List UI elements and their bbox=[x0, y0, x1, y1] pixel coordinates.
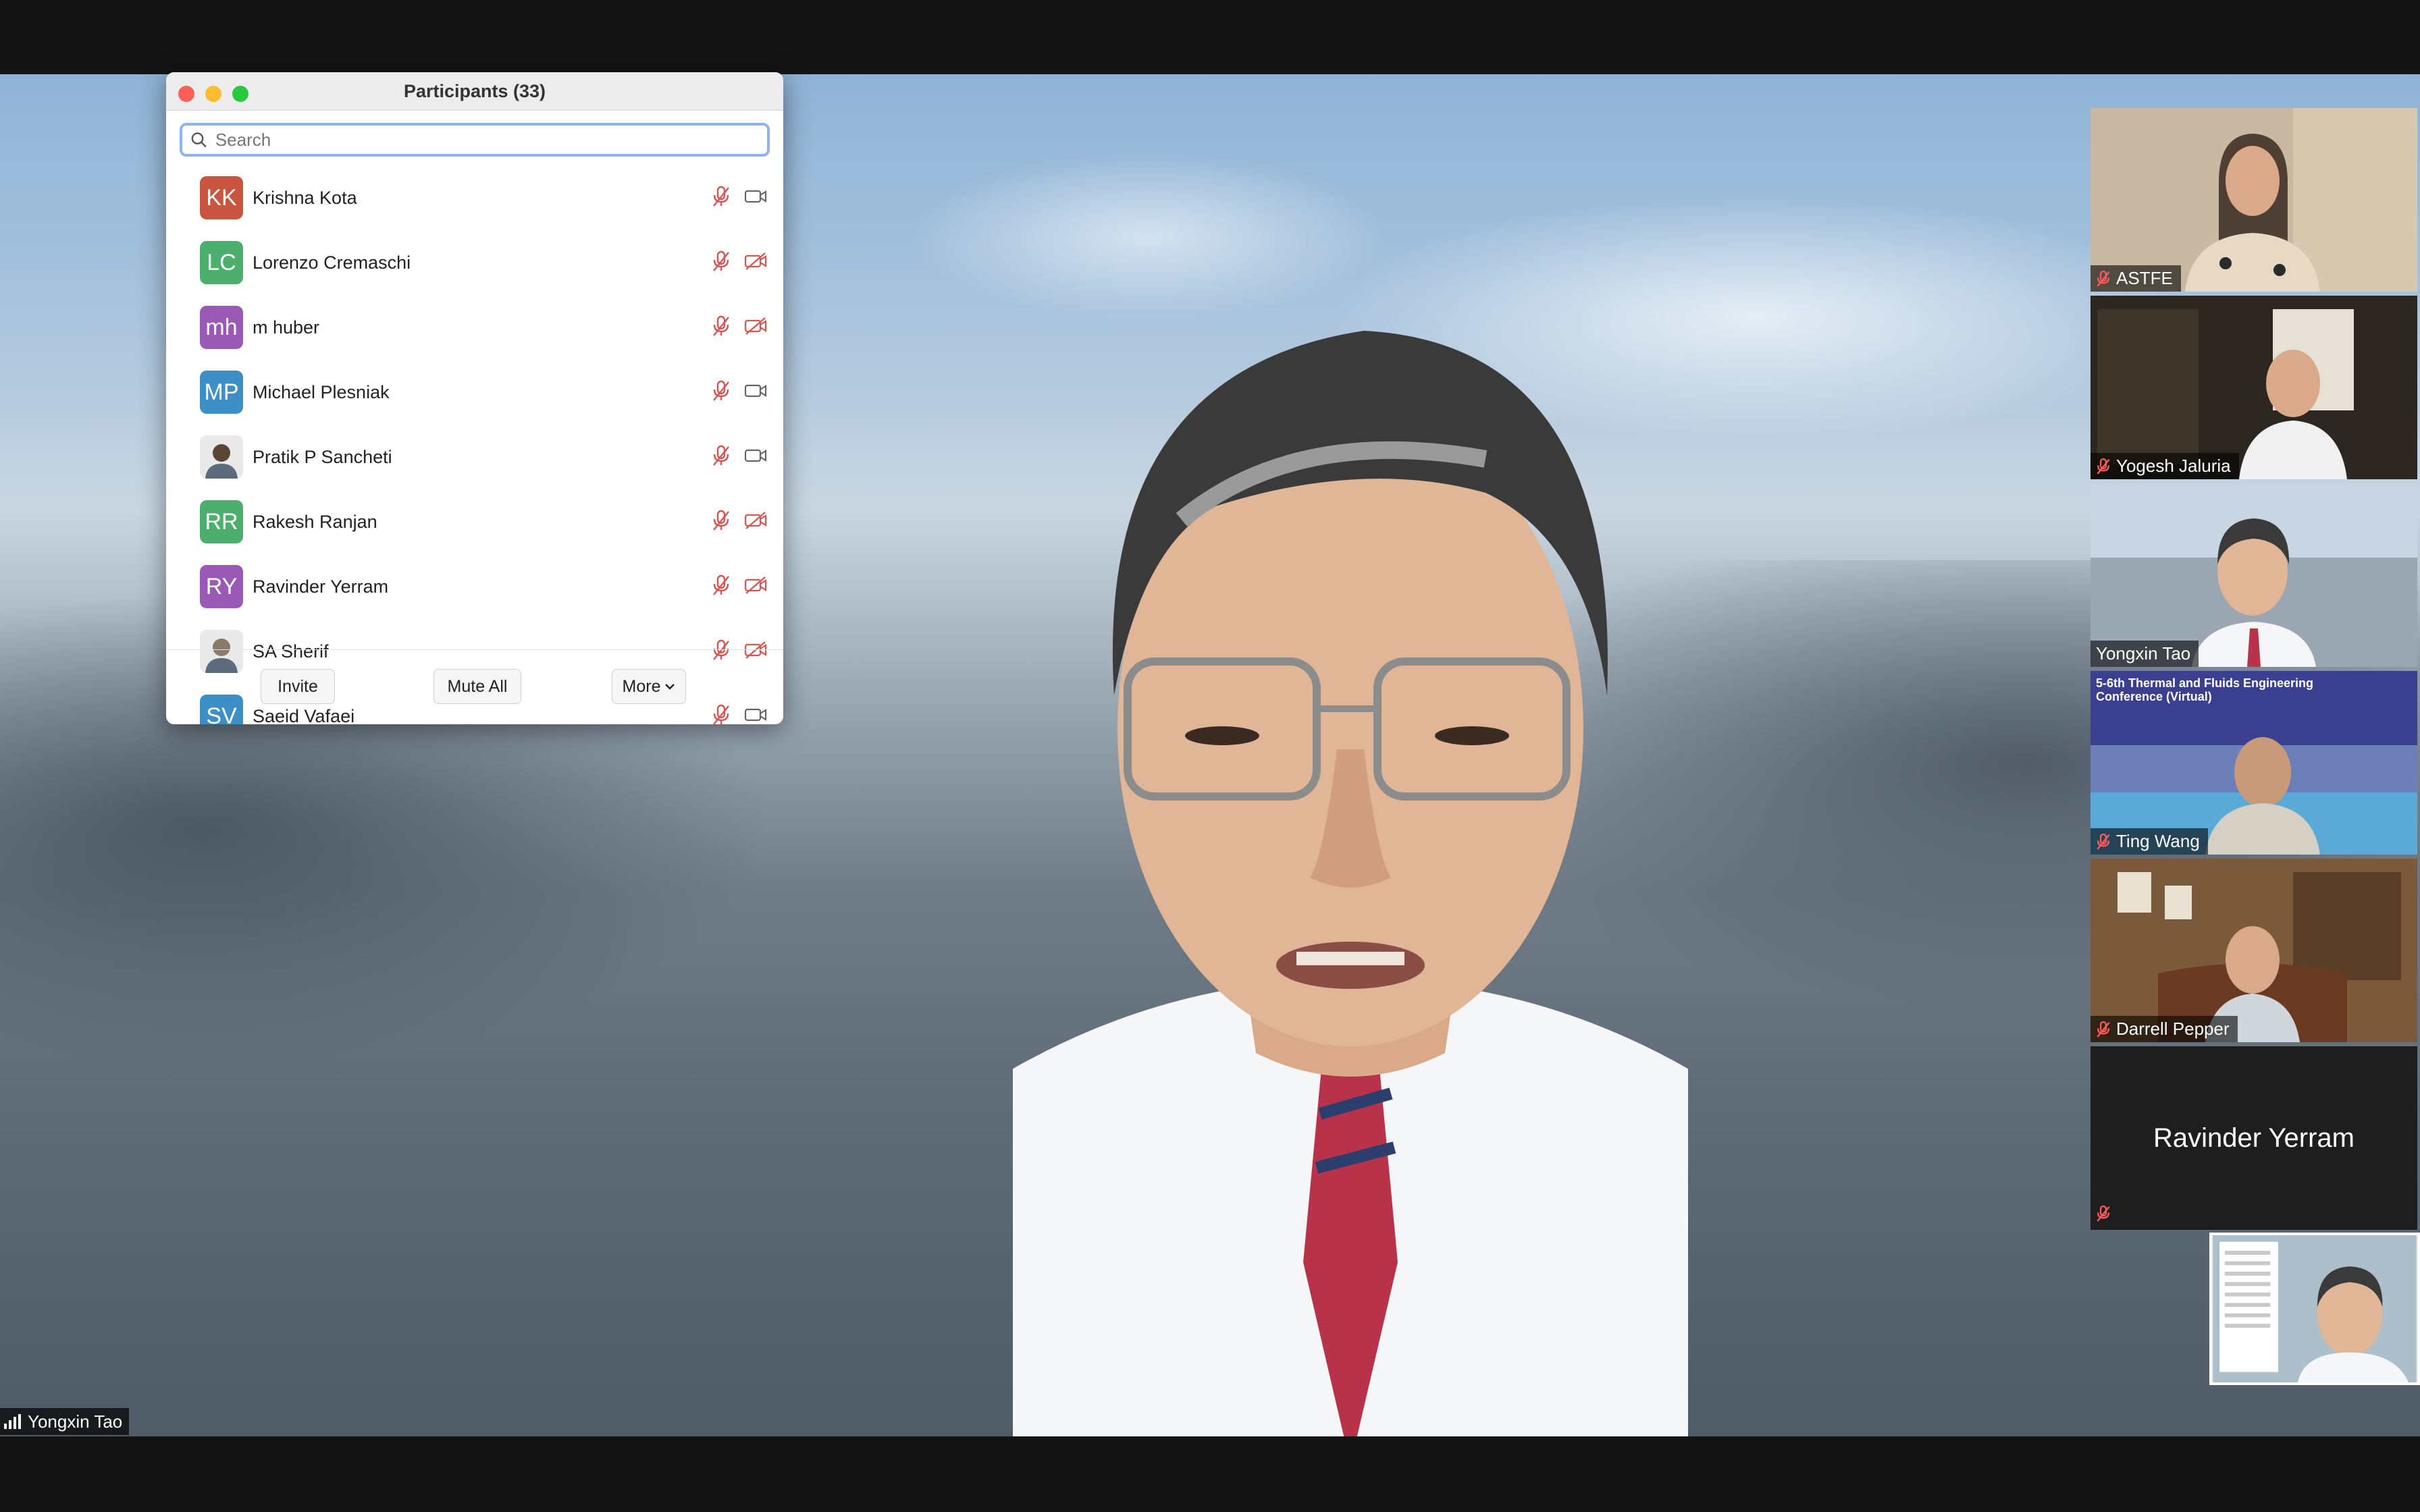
participant-status-icons bbox=[712, 186, 767, 207]
presenter-illustration bbox=[1013, 331, 1688, 1436]
active-speaker-label: Yongxin Tao bbox=[0, 1408, 130, 1435]
participant-status-icons bbox=[712, 445, 767, 466]
more-button[interactable]: More bbox=[612, 669, 686, 704]
mute-all-button[interactable]: Mute All bbox=[433, 669, 521, 704]
tile-ravinder-yerram[interactable]: Ravinder Yerram bbox=[2090, 1046, 2417, 1230]
tile-name-label: Ting Wang bbox=[2090, 828, 2208, 855]
banner-line: 5-6th Thermal and Fluids Engineering bbox=[2096, 676, 2314, 690]
mic-muted-icon bbox=[2097, 458, 2110, 475]
avatar: KK bbox=[200, 176, 243, 219]
participant-status-icons bbox=[712, 380, 767, 402]
participant-status-icons bbox=[712, 510, 767, 531]
participant-status-icons bbox=[712, 250, 767, 272]
mic-muted-icon bbox=[713, 380, 729, 401]
search-box[interactable] bbox=[180, 123, 770, 157]
mic-muted-icon bbox=[713, 445, 729, 466]
mic-muted-icon bbox=[713, 315, 729, 336]
banner-line: Conference (Virtual) bbox=[2096, 690, 2212, 703]
participant-row[interactable]: mh m huber bbox=[166, 295, 783, 360]
mic-muted-icon bbox=[2097, 270, 2110, 287]
tile-ting-wang[interactable]: 5-6th Thermal and Fluids Engineering Conf… bbox=[2090, 671, 2417, 855]
tile-name-label: Darrell Pepper bbox=[2090, 1016, 2238, 1042]
participant-name: Lorenzo Cremaschi bbox=[253, 252, 411, 273]
more-button-label: More bbox=[622, 676, 661, 696]
participants-panel: Participants (33) KK Krishna Kota LC Loren… bbox=[166, 72, 783, 724]
mic-muted-icon bbox=[713, 186, 729, 207]
mic-muted-icon bbox=[713, 510, 729, 531]
video-on-icon bbox=[744, 384, 767, 398]
invite-button[interactable]: Invite bbox=[261, 669, 335, 704]
video-off-icon bbox=[744, 317, 767, 335]
participant-name: Ravinder Yerram bbox=[253, 576, 389, 597]
video-off-icon bbox=[744, 252, 767, 270]
zoom-window-button[interactable] bbox=[232, 86, 248, 102]
mic-muted-icon bbox=[2097, 833, 2110, 850]
tile-participant-name: Yogesh Jaluria bbox=[2116, 456, 2231, 476]
panel-footer: Invite Mute All More bbox=[166, 649, 783, 724]
active-speaker-name: Yongxin Tao bbox=[28, 1411, 123, 1432]
tile-astfe[interactable]: ASTFE bbox=[2090, 108, 2417, 292]
search-input[interactable] bbox=[213, 128, 767, 151]
avatar-photo bbox=[200, 435, 243, 479]
avatar: mh bbox=[200, 306, 243, 349]
mic-muted-icon bbox=[713, 250, 729, 271]
tile-yongxin-tao[interactable]: Yongxin Tao bbox=[2090, 483, 2417, 667]
mic-muted-icon bbox=[713, 574, 729, 595]
tile-yogesh-jaluria[interactable]: Yogesh Jaluria bbox=[2090, 296, 2417, 479]
participant-row[interactable]: KK Krishna Kota bbox=[166, 165, 783, 230]
participant-name: Krishna Kota bbox=[253, 187, 357, 208]
window-controls bbox=[178, 86, 248, 102]
tile-participant-name: Ting Wang bbox=[2116, 831, 2200, 851]
minimize-window-button[interactable] bbox=[205, 86, 221, 102]
search-icon bbox=[191, 132, 207, 148]
chevron-down-icon bbox=[665, 684, 675, 690]
tile-display-name: Ravinder Yerram bbox=[2153, 1123, 2355, 1153]
participant-row[interactable]: LC Lorenzo Cremaschi bbox=[166, 230, 783, 295]
video-off-icon bbox=[744, 512, 767, 529]
signal-strength-icon bbox=[4, 1414, 21, 1429]
video-on-icon bbox=[744, 449, 767, 462]
tile-mute-indicator bbox=[2096, 1205, 2111, 1226]
tile-participant-name: Yongxin Tao bbox=[2096, 643, 2191, 664]
participant-row[interactable]: RY Ravinder Yerram bbox=[166, 554, 783, 619]
participant-row[interactable]: Pratik P Sancheti bbox=[166, 425, 783, 489]
tile-darrell-pepper[interactable]: Darrell Pepper bbox=[2090, 859, 2417, 1042]
tile-name-label: Yongxin Tao bbox=[2090, 641, 2199, 667]
participant-list: KK Krishna Kota LC Lorenzo Cremaschi mh m h… bbox=[166, 165, 783, 724]
conference-banner: 5-6th Thermal and Fluids Engineering Conf… bbox=[2096, 676, 2313, 703]
self-view-video bbox=[2213, 1235, 2417, 1382]
participant-status-icons bbox=[712, 574, 767, 596]
mic-muted-icon bbox=[2097, 1205, 2110, 1222]
participant-status-icons bbox=[712, 315, 767, 337]
avatar: LC bbox=[200, 241, 243, 284]
mic-muted-icon bbox=[2097, 1021, 2110, 1037]
active-speaker-video bbox=[1013, 317, 1688, 1436]
tile-participant-name: ASTFE bbox=[2116, 268, 2173, 288]
close-window-button[interactable] bbox=[178, 86, 194, 102]
self-view-thumbnail[interactable] bbox=[2209, 1233, 2420, 1385]
video-off-icon bbox=[744, 576, 767, 594]
participant-row[interactable]: RR Rakesh Ranjan bbox=[166, 489, 783, 554]
video-on-icon bbox=[744, 190, 767, 203]
panel-title: Participants (33) bbox=[403, 80, 546, 101]
tile-name-label: ASTFE bbox=[2090, 265, 2181, 292]
avatar: RY bbox=[200, 565, 243, 608]
panel-titlebar: Participants (33) bbox=[166, 72, 783, 111]
tile-participant-name: Darrell Pepper bbox=[2116, 1019, 2230, 1039]
participant-name: Rakesh Ranjan bbox=[253, 511, 377, 532]
avatar: RR bbox=[200, 500, 243, 543]
avatar bbox=[200, 435, 243, 479]
participant-name: Michael Plesniak bbox=[253, 381, 390, 402]
avatar: MP bbox=[200, 371, 243, 414]
participant-name: m huber bbox=[253, 317, 320, 338]
participant-row[interactable]: MP Michael Plesniak bbox=[166, 360, 783, 425]
participant-name: Pratik P Sancheti bbox=[253, 446, 392, 467]
tile-name-label: Yogesh Jaluria bbox=[2090, 453, 2239, 479]
